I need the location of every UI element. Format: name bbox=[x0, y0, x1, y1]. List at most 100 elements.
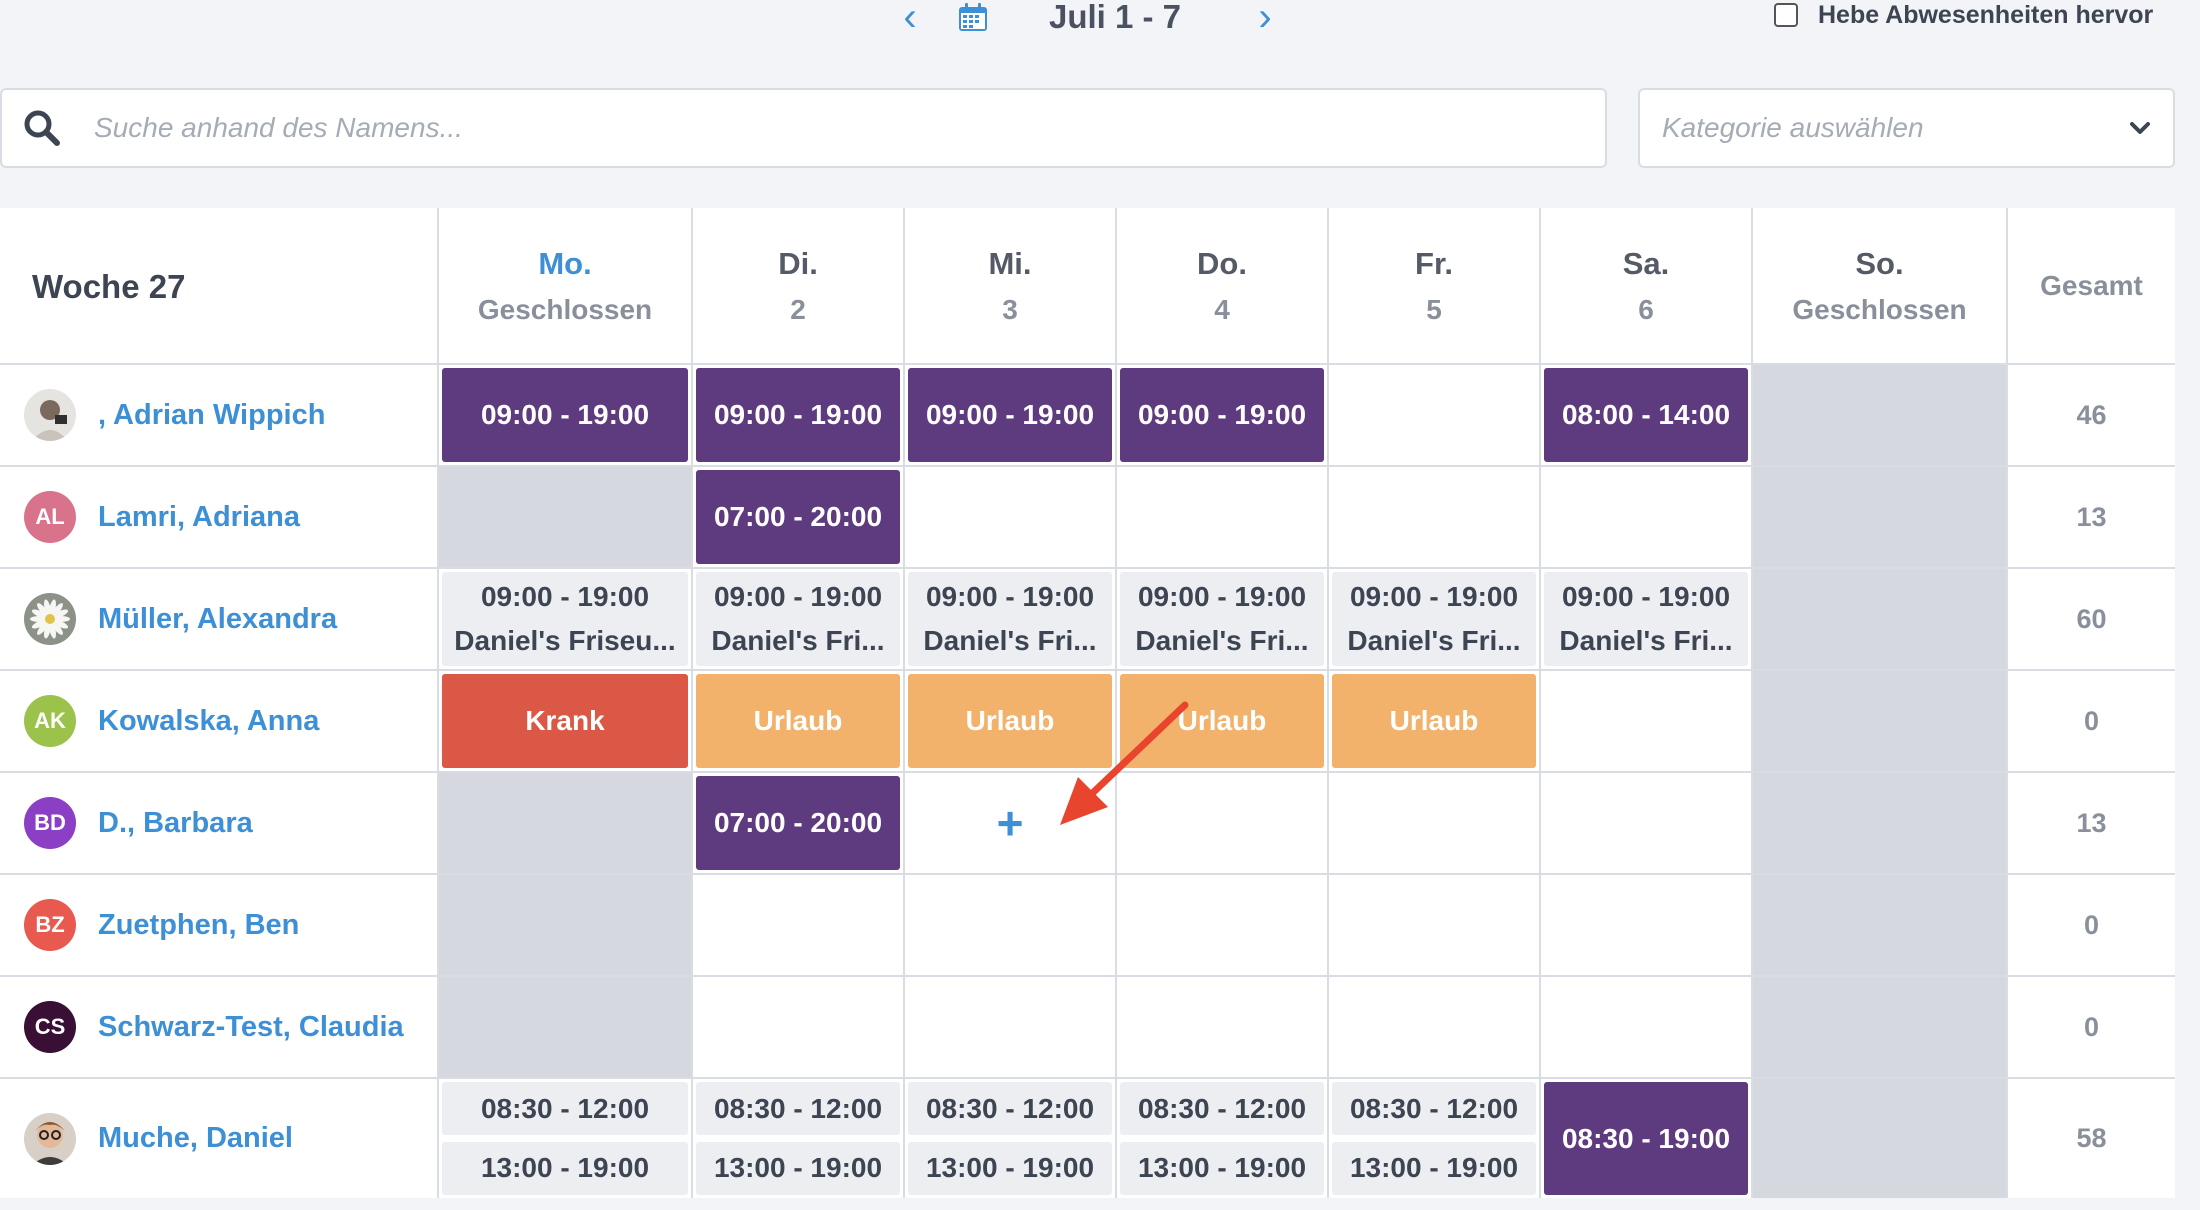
shift-block[interactable]: 09:00 - 19:00 Daniel's Friseu... bbox=[442, 572, 688, 666]
day-cell[interactable] bbox=[1329, 875, 1541, 975]
day-cell[interactable]: 09:00 - 19:00 bbox=[439, 365, 693, 465]
add-shift-button[interactable]: + bbox=[905, 773, 1115, 873]
shift-block-afternoon[interactable]: 13:00 - 19:00 bbox=[696, 1141, 900, 1195]
day-cell[interactable] bbox=[1541, 875, 1753, 975]
day-cell[interactable]: 09:00 - 19:00 bbox=[905, 365, 1117, 465]
employee-name[interactable]: Muche, Daniel bbox=[98, 1122, 293, 1155]
shift-block[interactable]: 09:00 - 19:00 bbox=[1120, 368, 1324, 462]
shift-block[interactable]: 09:00 - 19:00 bbox=[442, 368, 688, 462]
shift-block-afternoon[interactable]: 13:00 - 19:00 bbox=[1120, 1141, 1324, 1195]
shift-block[interactable]: 08:30 - 19:00 bbox=[1544, 1082, 1748, 1195]
day-cell[interactable] bbox=[1541, 977, 1753, 1077]
shift-block-morning[interactable]: 08:30 - 12:00 bbox=[1332, 1082, 1536, 1136]
employee-name[interactable]: Müller, Alexandra bbox=[98, 603, 337, 636]
highlight-absences-checkbox[interactable] bbox=[1774, 3, 1798, 27]
shift-block-afternoon[interactable]: 13:00 - 19:00 bbox=[1332, 1141, 1536, 1195]
day-cell[interactable]: 09:00 - 19:00 bbox=[1117, 365, 1329, 465]
vacation-block[interactable]: Urlaub bbox=[1332, 674, 1536, 768]
day-cell[interactable]: 09:00 - 19:00 Daniel's Friseu... bbox=[439, 569, 693, 669]
shift-block[interactable]: 07:00 - 20:00 bbox=[696, 776, 900, 870]
day-cell[interactable]: 08:30 - 12:00 13:00 - 19:00 bbox=[905, 1079, 1117, 1198]
shift-block[interactable]: 09:00 - 19:00 Daniel's Fri... bbox=[696, 572, 900, 666]
shift-block-morning[interactable]: 08:30 - 12:00 bbox=[1120, 1082, 1324, 1136]
employee-name[interactable]: Zuetphen, Ben bbox=[98, 909, 299, 942]
day-cell[interactable]: 09:00 - 19:00 bbox=[693, 365, 905, 465]
day-cell[interactable] bbox=[905, 977, 1117, 1077]
category-select[interactable]: Kategorie auswählen bbox=[1638, 88, 2175, 168]
shift-block-afternoon[interactable]: 13:00 - 19:00 bbox=[908, 1141, 1112, 1195]
day-cell[interactable] bbox=[1329, 773, 1541, 873]
day-cell[interactable] bbox=[1753, 773, 2008, 873]
shift-block-afternoon[interactable]: 13:00 - 19:00 bbox=[442, 1141, 688, 1195]
shift-block[interactable]: 09:00 - 19:00 bbox=[696, 368, 900, 462]
day-cell[interactable] bbox=[1117, 773, 1329, 873]
shift-block-morning[interactable]: 08:30 - 12:00 bbox=[696, 1082, 900, 1136]
employee-name[interactable]: Schwarz-Test, Claudia bbox=[98, 1011, 404, 1044]
day-cell[interactable]: 08:30 - 12:00 13:00 - 19:00 bbox=[439, 1079, 693, 1198]
day-cell[interactable] bbox=[1541, 671, 1753, 771]
employee-name[interactable]: D., Barbara bbox=[98, 807, 253, 840]
day-cell[interactable] bbox=[693, 875, 905, 975]
vacation-block[interactable]: Urlaub bbox=[1120, 674, 1324, 768]
day-cell[interactable] bbox=[1117, 467, 1329, 567]
day-cell[interactable] bbox=[439, 467, 693, 567]
day-cell[interactable]: Urlaub bbox=[693, 671, 905, 771]
highlight-absences-toggle[interactable]: Hebe Abwesenheiten hervor bbox=[1774, 0, 2153, 30]
day-cell[interactable]: Urlaub bbox=[1329, 671, 1541, 771]
day-cell[interactable] bbox=[439, 875, 693, 975]
employee-name[interactable]: Kowalska, Anna bbox=[98, 705, 319, 738]
day-cell[interactable] bbox=[905, 467, 1117, 567]
day-cell[interactable]: 08:30 - 12:00 13:00 - 19:00 bbox=[1329, 1079, 1541, 1198]
search-input[interactable] bbox=[94, 98, 1605, 158]
day-cell[interactable] bbox=[1117, 875, 1329, 975]
day-cell[interactable] bbox=[1753, 569, 2008, 669]
day-cell[interactable] bbox=[439, 977, 693, 1077]
day-cell[interactable]: Urlaub bbox=[1117, 671, 1329, 771]
vacation-block[interactable]: Urlaub bbox=[696, 674, 900, 768]
employee-name[interactable]: , Adrian Wippich bbox=[98, 399, 325, 432]
day-cell[interactable]: 08:30 - 12:00 13:00 - 19:00 bbox=[1117, 1079, 1329, 1198]
shift-block[interactable]: 07:00 - 20:00 bbox=[696, 470, 900, 564]
day-cell[interactable] bbox=[1329, 365, 1541, 465]
vacation-block[interactable]: Urlaub bbox=[908, 674, 1112, 768]
calendar-icon[interactable] bbox=[957, 2, 989, 32]
day-cell[interactable]: 07:00 - 20:00 bbox=[693, 773, 905, 873]
day-cell[interactable] bbox=[1753, 977, 2008, 1077]
shift-block-morning[interactable]: 08:30 - 12:00 bbox=[442, 1082, 688, 1136]
next-week-button[interactable]: › bbox=[1250, 0, 1280, 37]
day-cell[interactable] bbox=[439, 773, 693, 873]
day-cell[interactable] bbox=[693, 977, 905, 1077]
shift-block[interactable]: 08:00 - 14:00 bbox=[1544, 368, 1748, 462]
day-cell[interactable]: 08:30 - 19:00 bbox=[1541, 1079, 1753, 1198]
day-cell[interactable] bbox=[1329, 467, 1541, 567]
day-cell[interactable] bbox=[1753, 365, 2008, 465]
day-cell[interactable]: 09:00 - 19:00 Daniel's Fri... bbox=[693, 569, 905, 669]
day-cell[interactable] bbox=[1753, 875, 2008, 975]
day-cell[interactable]: 09:00 - 19:00 Daniel's Fri... bbox=[905, 569, 1117, 669]
day-cell[interactable] bbox=[1541, 467, 1753, 567]
day-cell[interactable] bbox=[1753, 467, 2008, 567]
day-cell[interactable] bbox=[1329, 977, 1541, 1077]
shift-block[interactable]: 09:00 - 19:00 Daniel's Fri... bbox=[1332, 572, 1536, 666]
day-cell[interactable]: 09:00 - 19:00 Daniel's Fri... bbox=[1541, 569, 1753, 669]
day-cell[interactable]: 08:30 - 12:00 13:00 - 19:00 bbox=[693, 1079, 905, 1198]
day-cell[interactable]: 09:00 - 19:00 Daniel's Fri... bbox=[1329, 569, 1541, 669]
day-cell[interactable]: 07:00 - 20:00 bbox=[693, 467, 905, 567]
sick-leave-block[interactable]: Krank bbox=[442, 674, 688, 768]
previous-week-button[interactable]: ‹ bbox=[895, 0, 925, 37]
day-cell[interactable] bbox=[905, 875, 1117, 975]
day-cell[interactable] bbox=[1753, 1079, 2008, 1198]
day-cell[interactable] bbox=[1541, 773, 1753, 873]
shift-block[interactable]: 09:00 - 19:00 Daniel's Fri... bbox=[1544, 572, 1748, 666]
shift-block-morning[interactable]: 08:30 - 12:00 bbox=[908, 1082, 1112, 1136]
shift-block[interactable]: 09:00 - 19:00 Daniel's Fri... bbox=[908, 572, 1112, 666]
shift-block[interactable]: 09:00 - 19:00 bbox=[908, 368, 1112, 462]
shift-block[interactable]: 09:00 - 19:00 Daniel's Fri... bbox=[1120, 572, 1324, 666]
day-cell[interactable] bbox=[1117, 977, 1329, 1077]
day-cell[interactable]: + bbox=[905, 773, 1117, 873]
day-cell[interactable]: Urlaub bbox=[905, 671, 1117, 771]
employee-name[interactable]: Lamri, Adriana bbox=[98, 501, 300, 534]
day-cell[interactable]: Krank bbox=[439, 671, 693, 771]
day-cell[interactable]: 08:00 - 14:00 bbox=[1541, 365, 1753, 465]
day-cell[interactable]: 09:00 - 19:00 Daniel's Fri... bbox=[1117, 569, 1329, 669]
